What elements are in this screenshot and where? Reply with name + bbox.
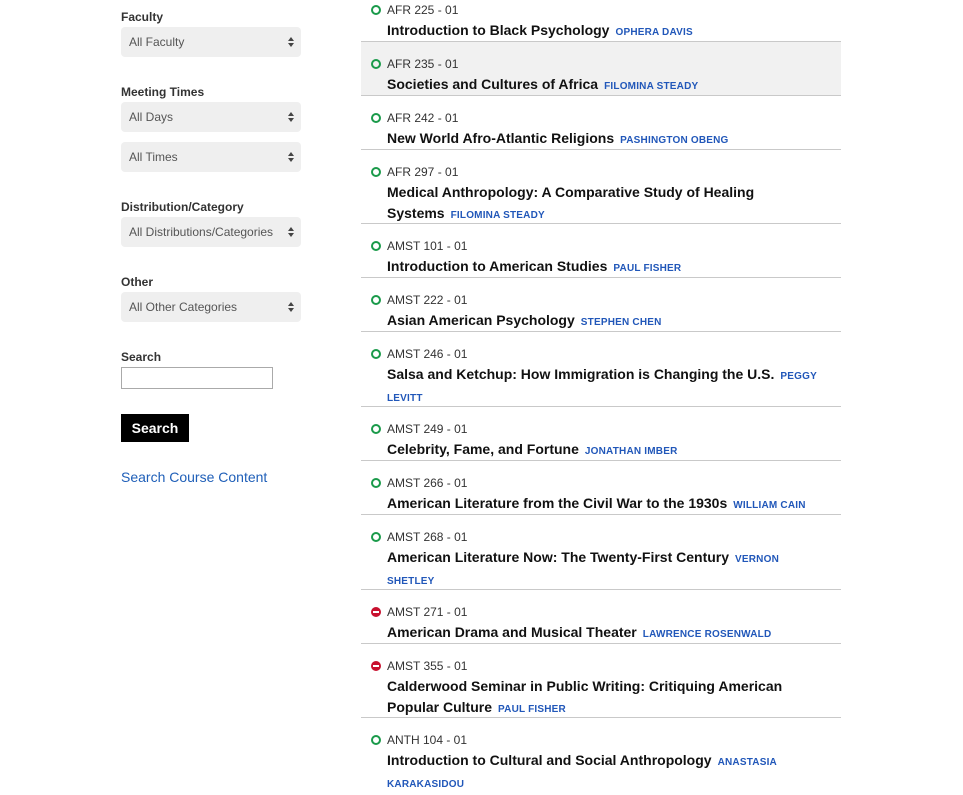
- course-code: AMST 268 - 01: [387, 530, 468, 544]
- closed-status-icon: [371, 661, 381, 671]
- open-status-icon: [371, 735, 381, 745]
- select-arrows-icon: [288, 227, 294, 237]
- open-status-icon: [371, 532, 381, 542]
- days-select[interactable]: All Days: [121, 102, 301, 132]
- open-status-icon: [371, 59, 381, 69]
- course-code: ANTH 104 - 01: [387, 733, 468, 747]
- course-code: AMST 355 - 01: [387, 659, 468, 673]
- select-arrows-icon: [288, 152, 294, 162]
- distribution-filter-label: Distribution/Category: [121, 200, 244, 214]
- professor-link[interactable]: PASHINGTON OBENG: [620, 135, 728, 146]
- course-code: AMST 249 - 01: [387, 422, 468, 436]
- open-status-icon: [371, 349, 381, 359]
- open-status-icon: [371, 478, 381, 488]
- professor-link[interactable]: PAUL FISHER: [613, 263, 681, 274]
- course-item[interactable]: AFR 235 - 01 Societies and Cultures of A…: [361, 42, 841, 96]
- faculty-select-value: All Faculty: [129, 35, 185, 49]
- course-item[interactable]: AMST 101 - 01 Introduction to American S…: [361, 224, 841, 278]
- course-title[interactable]: Salsa and Ketchup: How Immigration is Ch…: [387, 366, 774, 382]
- open-status-icon: [371, 424, 381, 434]
- times-select-value: All Times: [129, 150, 178, 164]
- course-code: AFR 297 - 01: [387, 165, 459, 179]
- course-title[interactable]: Medical Anthropology: A Comparative Stud…: [387, 184, 754, 221]
- course-code: AFR 235 - 01: [387, 57, 459, 71]
- course-item[interactable]: AMST 268 - 01 American Literature Now: T…: [361, 515, 841, 590]
- open-status-icon: [371, 113, 381, 123]
- open-status-icon: [371, 241, 381, 251]
- course-item[interactable]: AFR 225 - 01 Introduction to Black Psych…: [361, 0, 841, 42]
- course-title[interactable]: Introduction to Cultural and Social Anth…: [387, 752, 712, 768]
- course-title[interactable]: Asian American Psychology: [387, 312, 575, 328]
- course-code: AMST 246 - 01: [387, 347, 468, 361]
- course-item[interactable]: AMST 266 - 01 American Literature from t…: [361, 461, 841, 515]
- search-course-content-link[interactable]: Search Course Content: [121, 469, 267, 485]
- distribution-select[interactable]: All Distributions/Categories: [121, 217, 301, 247]
- faculty-select[interactable]: All Faculty: [121, 27, 301, 57]
- search-filter-label: Search: [121, 350, 162, 364]
- course-code: AMST 271 - 01: [387, 605, 468, 619]
- course-title[interactable]: American Literature Now: The Twenty-Firs…: [387, 549, 729, 565]
- course-code: AMST 266 - 01: [387, 476, 468, 490]
- other-filter-label: Other: [121, 275, 154, 289]
- days-select-value: All Days: [129, 110, 174, 124]
- course-title[interactable]: Introduction to American Studies: [387, 258, 607, 274]
- closed-status-icon: [371, 607, 381, 617]
- course-item[interactable]: AMST 246 - 01 Salsa and Ketchup: How Imm…: [361, 332, 841, 407]
- course-title[interactable]: Calderwood Seminar in Public Writing: Cr…: [387, 678, 782, 715]
- professor-link[interactable]: FILOMINA STEADY: [604, 81, 698, 92]
- course-item[interactable]: AFR 242 - 01 New World Afro-Atlantic Rel…: [361, 96, 841, 150]
- course-code: AMST 222 - 01: [387, 293, 468, 307]
- professor-link[interactable]: STEPHEN CHEN: [581, 317, 662, 328]
- course-item[interactable]: AFR 297 - 01 Medical Anthropology: A Com…: [361, 150, 841, 224]
- select-arrows-icon: [288, 302, 294, 312]
- course-item[interactable]: AMST 355 - 01 Calderwood Seminar in Publ…: [361, 644, 841, 718]
- course-title[interactable]: Introduction to Black Psychology: [387, 22, 609, 38]
- meeting-times-filter-label: Meeting Times: [121, 85, 205, 99]
- course-item[interactable]: AMST 271 - 01 American Drama and Musical…: [361, 590, 841, 644]
- other-select[interactable]: All Other Categories: [121, 292, 301, 322]
- course-title[interactable]: American Literature from the Civil War t…: [387, 495, 727, 511]
- professor-link[interactable]: WILLIAM CAIN: [733, 500, 805, 511]
- faculty-filter-label: Faculty: [121, 10, 164, 24]
- course-code: AFR 242 - 01: [387, 111, 459, 125]
- course-title[interactable]: Societies and Cultures of Africa: [387, 76, 598, 92]
- select-arrows-icon: [288, 37, 294, 47]
- professor-link[interactable]: LAWRENCE ROSENWALD: [643, 629, 772, 640]
- professor-link[interactable]: PAUL FISHER: [498, 704, 566, 715]
- search-input[interactable]: [121, 367, 273, 389]
- search-button[interactable]: Search: [121, 414, 189, 442]
- open-status-icon: [371, 295, 381, 305]
- course-item[interactable]: ANTH 104 - 01 Introduction to Cultural a…: [361, 718, 841, 790]
- course-list: AFR 225 - 01 Introduction to Black Psych…: [361, 0, 841, 790]
- course-code: AMST 101 - 01: [387, 239, 468, 253]
- professor-link[interactable]: FILOMINA STEADY: [451, 210, 545, 221]
- course-title[interactable]: American Drama and Musical Theater: [387, 624, 637, 640]
- distribution-select-value: All Distributions/Categories: [129, 225, 274, 239]
- open-status-icon: [371, 5, 381, 15]
- times-select[interactable]: All Times: [121, 142, 301, 172]
- course-title[interactable]: New World Afro-Atlantic Religions: [387, 130, 614, 146]
- professor-link[interactable]: JONATHAN IMBER: [585, 446, 678, 457]
- course-item[interactable]: AMST 222 - 01 Asian American Psychology S…: [361, 278, 841, 332]
- course-code: AFR 225 - 01: [387, 3, 459, 17]
- select-arrows-icon: [288, 112, 294, 122]
- course-title[interactable]: Celebrity, Fame, and Fortune: [387, 441, 579, 457]
- open-status-icon: [371, 167, 381, 177]
- course-item[interactable]: AMST 249 - 01 Celebrity, Fame, and Fortu…: [361, 407, 841, 461]
- professor-link[interactable]: OPHERA DAVIS: [615, 27, 692, 38]
- other-select-value: All Other Categories: [129, 300, 238, 314]
